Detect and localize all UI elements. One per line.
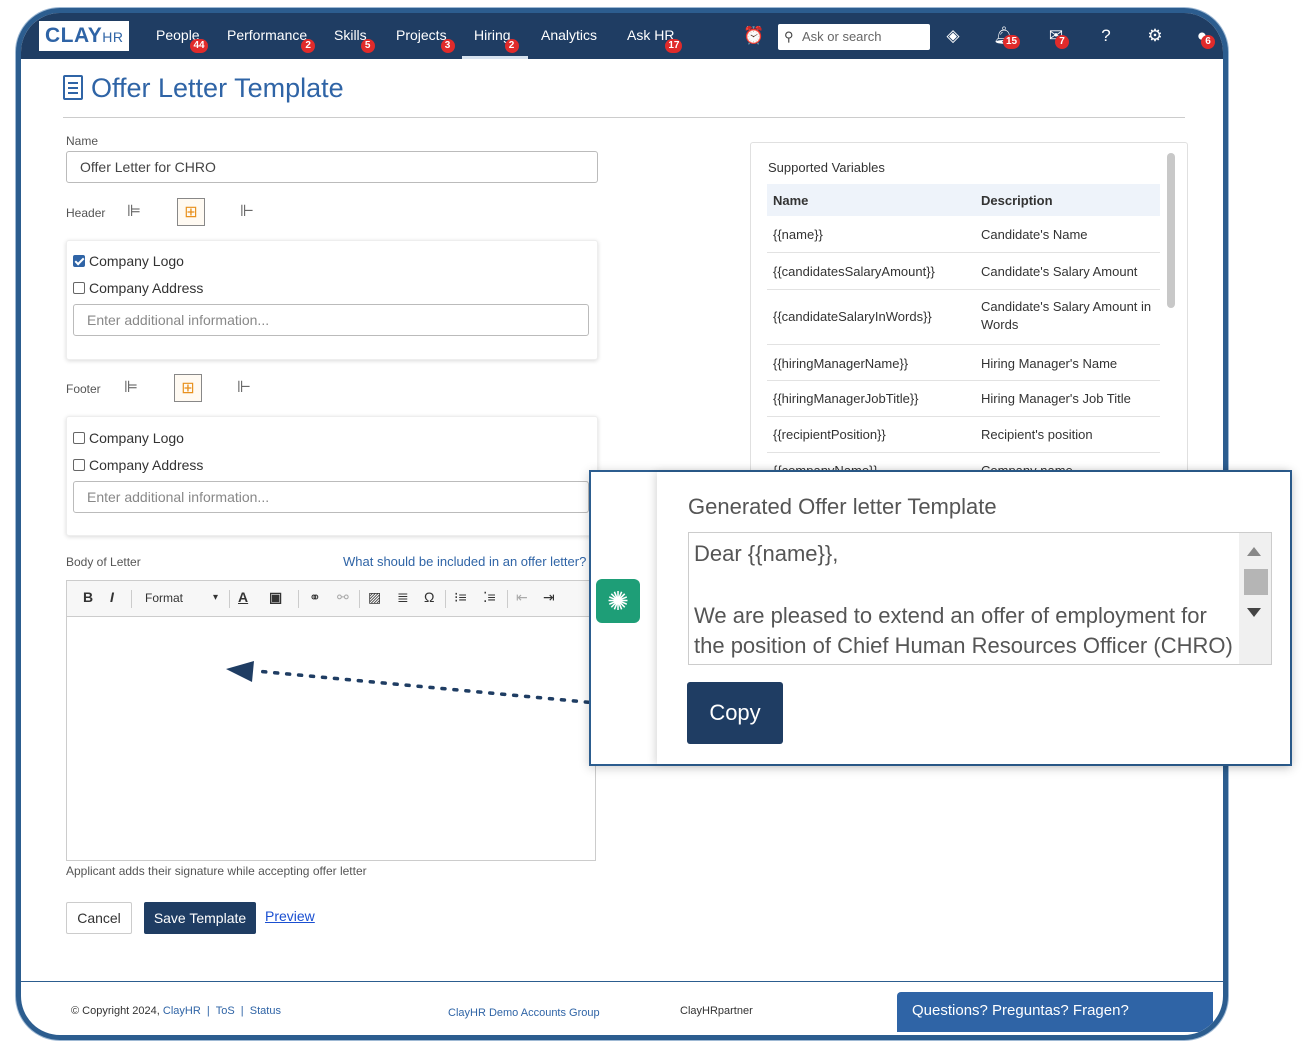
scroll-down-icon[interactable] (1247, 608, 1261, 617)
generated-template-popup: ✺ Generated Offer letter Template Dear {… (589, 470, 1292, 766)
openai-icon: ✺ (596, 579, 640, 623)
generated-template-card: Generated Offer letter Template Dear {{n… (657, 472, 1290, 764)
textarea-scrollbar[interactable] (1239, 533, 1271, 664)
scroll-up-icon[interactable] (1247, 547, 1261, 556)
popup-title: Generated Offer letter Template (688, 494, 997, 519)
scroll-thumb[interactable] (1244, 569, 1268, 595)
generated-template-textarea[interactable]: Dear {{name}}, We are pleased to extend … (688, 532, 1272, 665)
copy-button[interactable]: Copy (687, 682, 783, 744)
